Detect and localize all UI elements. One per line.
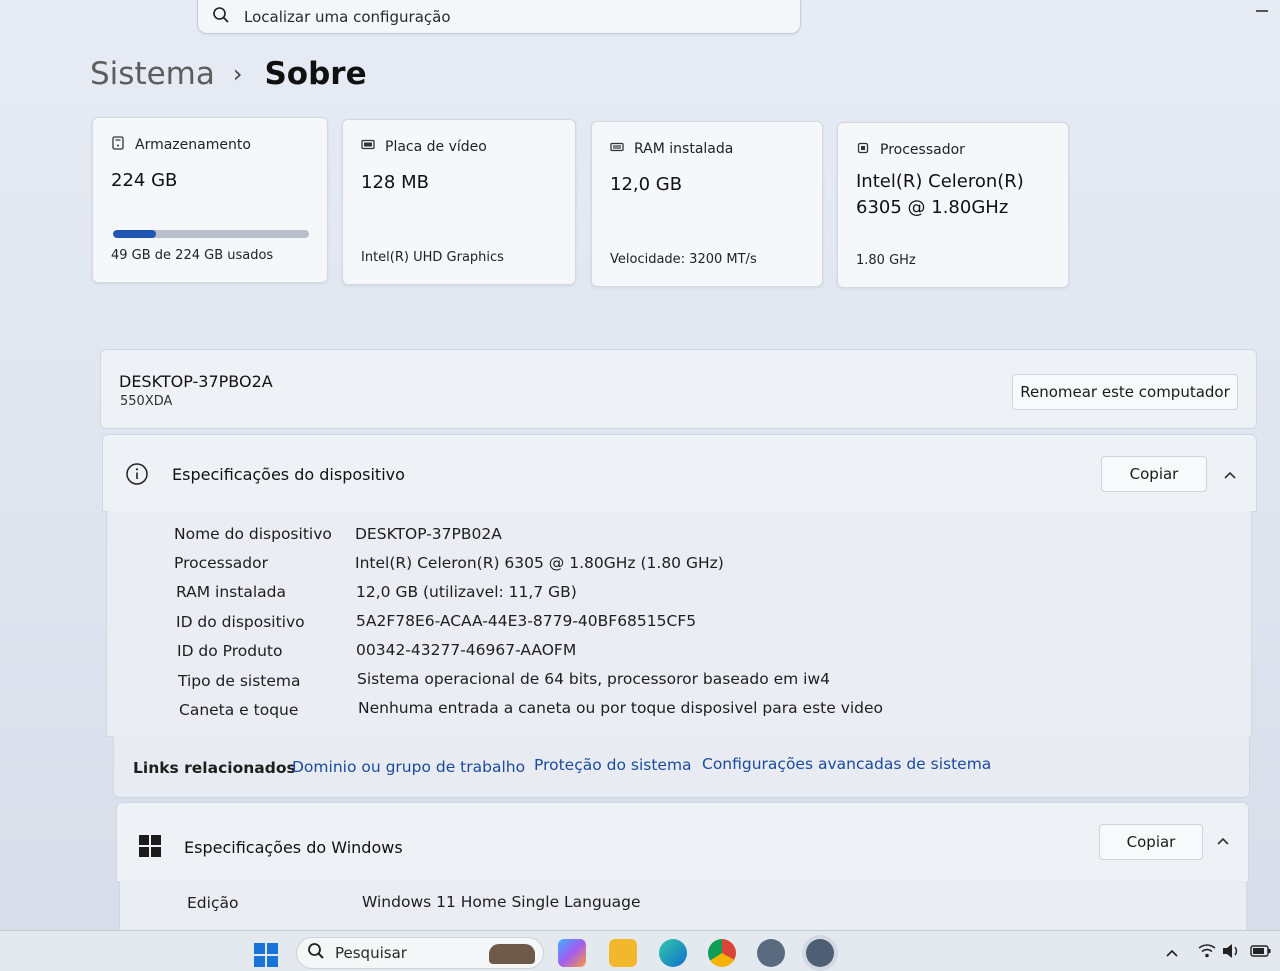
spec-label-system-type: Tipo de sistema	[178, 672, 301, 690]
edge-browser-icon[interactable]	[659, 939, 687, 967]
breadcrumb-parent[interactable]: Sistema	[90, 56, 215, 92]
wifi-icon[interactable]	[1198, 943, 1216, 963]
memory-icon	[610, 140, 634, 158]
spec-value-ram: 12,0 GB (utilizavel: 11,7 GB)	[356, 583, 577, 601]
taskbar: Pesquisar	[0, 930, 1280, 971]
storage-card[interactable]: Armazenamento 224 GB 49 GB de 224 GB usa…	[92, 117, 328, 283]
spec-value-processor: Intel(R) Celeron(R) 6305 @ 1.80GHz (1.80…	[355, 554, 724, 572]
gpu-card-value: 128 MB	[361, 172, 429, 193]
breadcrumb: Sistema › Sobre	[90, 56, 367, 92]
storage-usage-fill	[113, 230, 157, 238]
settings-gear-icon[interactable]	[757, 939, 785, 967]
taskbar-search-label: Pesquisar	[335, 944, 407, 962]
processor-card-detail: 1.80 GHz	[856, 253, 916, 268]
storage-icon	[111, 136, 135, 154]
processor-card-value-line2: 6305 @ 1.80GHz	[856, 197, 1009, 218]
windows-specs-title: Especificações do Windows	[184, 838, 403, 857]
rename-computer-button[interactable]: Renomear este computador	[1012, 374, 1238, 410]
spec-value-pen-touch: Nenhuma entrada a caneta ou por toque di…	[358, 699, 884, 717]
taskbar-search[interactable]: Pesquisar	[296, 937, 544, 969]
gpu-card-header: Placa de vídeo	[361, 138, 487, 156]
search-placeholder: Localizar uma configuração	[244, 7, 451, 26]
processor-card-header: Processador	[856, 141, 965, 159]
info-icon	[125, 462, 149, 490]
chevron-up-icon[interactable]	[1223, 467, 1237, 481]
spec-value-device-name: DESKTOP-37PB02A	[355, 525, 502, 543]
copy-windows-specs-button[interactable]: Copiar	[1099, 824, 1203, 860]
spec-label-device-name: Nome do dispositivo	[174, 525, 332, 543]
copilot-icon[interactable]	[558, 939, 586, 967]
gpu-card[interactable]: Placa de vídeo 128 MB Intel(R) UHD Graph…	[342, 119, 576, 285]
processor-card[interactable]: Processador Intel(R) Celeron(R) 6305 @ 1…	[837, 122, 1069, 288]
computer-model: 550XDA	[120, 394, 173, 409]
link-domain-workgroup[interactable]: Dominio ou grupo de trabalho	[292, 758, 525, 776]
processor-card-value-line1: Intel(R) Celeron(R)	[856, 171, 1024, 192]
spec-label-processor: Processador	[174, 554, 268, 572]
storage-card-header: Armazenamento	[111, 136, 251, 154]
page-title: Sobre	[264, 56, 367, 92]
spec-value-edition: Windows 11 Home Single Language	[362, 893, 641, 911]
ram-card-header: RAM instalada	[610, 140, 733, 158]
computer-name-panel: DESKTOP-37PBO2A 550XDA Renomear este com…	[100, 349, 1257, 429]
storage-usage-bar	[113, 230, 309, 238]
search-highlight-icon	[489, 944, 535, 964]
device-specs-body: Nome do dispositivo DESKTOP-37PB02A Proc…	[106, 511, 1252, 737]
ram-card[interactable]: RAM instalada 12,0 GB Velocidade: 3200 M…	[591, 121, 823, 287]
spec-value-device-id: 5A2F78E6-ACAA-44E3-8779-40BF68515CF5	[356, 612, 697, 630]
computer-name: DESKTOP-37PBO2A	[119, 372, 273, 391]
spec-label-ram: RAM instalada	[176, 583, 286, 601]
processor-icon	[856, 141, 880, 159]
storage-card-value: 224 GB	[111, 170, 178, 191]
chevron-up-icon[interactable]	[1216, 833, 1230, 847]
storage-card-title: Armazenamento	[135, 137, 251, 153]
spec-label-edition: Edição	[187, 894, 239, 912]
search-icon	[307, 942, 325, 964]
processor-card-title: Processador	[880, 142, 965, 158]
device-specs-header[interactable]: Especificações do dispositivo Copiar	[102, 434, 1257, 512]
windows-specs-body: Edição Windows 11 Home Single Language	[119, 881, 1247, 931]
battery-icon[interactable]	[1250, 943, 1272, 963]
breadcrumb-separator-icon: ›	[232, 60, 243, 88]
gpu-card-title: Placa de vídeo	[385, 139, 487, 155]
spec-label-product-id: ID do Produto	[177, 642, 283, 660]
spec-value-product-id: 00342-43277-46967-AAOFM	[356, 641, 577, 659]
windows-specs-header[interactable]: Especificações do Windows Copiar	[116, 802, 1249, 882]
related-links-bar: Links relacionados Dominio ou grupo de t…	[113, 736, 1250, 798]
settings-active-gear-icon[interactable]	[806, 939, 834, 967]
chevron-up-icon[interactable]	[1165, 945, 1179, 964]
related-links-label: Links relacionados	[133, 759, 296, 777]
minimize-icon[interactable]	[1256, 10, 1268, 12]
ram-card-value: 12,0 GB	[610, 174, 683, 195]
spec-label-pen-touch: Caneta e toque	[179, 701, 299, 719]
gpu-card-detail: Intel(R) UHD Graphics	[361, 250, 504, 265]
volume-icon[interactable]	[1222, 943, 1242, 963]
ram-card-title: RAM instalada	[634, 141, 734, 157]
link-advanced-system-settings[interactable]: Configurações avancadas de sistema	[702, 755, 991, 773]
start-icon[interactable]	[254, 943, 278, 971]
windows-logo-icon	[139, 835, 161, 861]
file-explorer-icon[interactable]	[609, 939, 637, 967]
copy-device-specs-button[interactable]: Copiar	[1101, 456, 1207, 492]
display-adapter-icon	[361, 138, 385, 156]
chrome-browser-icon[interactable]	[708, 939, 736, 967]
spec-label-device-id: ID do dispositivo	[176, 613, 305, 631]
ram-card-detail: Velocidade: 3200 MT/s	[610, 252, 757, 267]
storage-card-detail: 49 GB de 224 GB usados	[111, 248, 274, 263]
spec-value-system-type: Sistema operacional de 64 bits, processo…	[357, 670, 831, 688]
link-system-protection[interactable]: Proteção do sistema	[534, 756, 692, 774]
device-specs-title: Especificações do dispositivo	[172, 465, 405, 484]
search-icon	[212, 6, 230, 28]
settings-search-box[interactable]: Localizar uma configuração	[197, 0, 801, 34]
